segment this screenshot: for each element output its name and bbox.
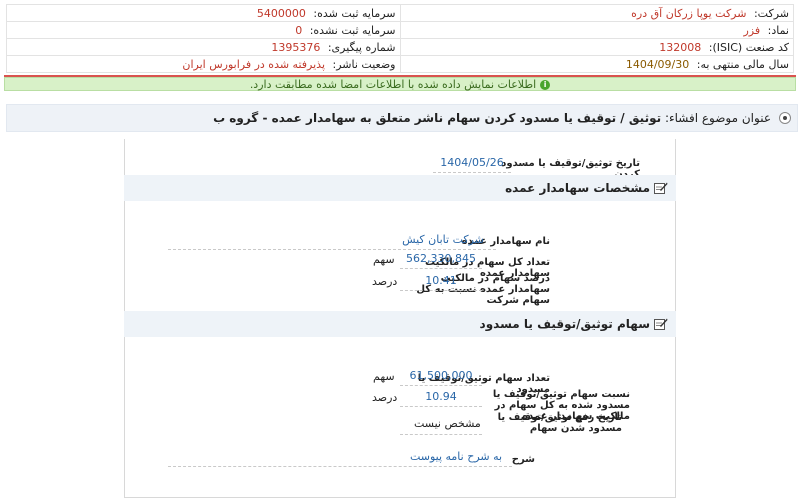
pledged-count-value: 61,500,000 (409, 369, 473, 382)
section-major-holder-header: مشخصات سهامدار عمده (124, 175, 676, 201)
company-cell: شرکت: شرکت یوپا زرکان آق دره (399, 4, 794, 22)
registered-capital-label: سرمایه ثبت شده: (313, 6, 396, 20)
radio-icon[interactable] (779, 112, 791, 124)
pledged-count-underline (400, 385, 482, 386)
disclosure-subject-value: توثیق / توقیف یا مسدود کردن سهام ناشر مت… (213, 111, 662, 125)
registered-capital-value: 5400000 (256, 6, 306, 20)
pledged-ratio-value: 10.94 (425, 390, 457, 403)
registered-capital-cell: سرمایه ثبت شده: 5400000 (6, 4, 401, 22)
section-pledged-shares-title: سهام توثیق/توقیف یا مسدود (479, 317, 650, 331)
info-icon: i (540, 80, 551, 90)
holder-name-underline (168, 249, 496, 250)
pledge-date-value: 1404/05/26 (440, 156, 504, 169)
unregistered-capital-cell: سرمایه ثبت نشده: 0 (6, 21, 401, 39)
publisher-status-cell: وضعیت ناشر: پذیرفته شده در فرابورس ایران (6, 55, 401, 73)
holder-name-value: شرکت تابان کیش (402, 233, 484, 246)
disclosure-subject-label: عنوان موضوع افشاء: (664, 111, 771, 125)
release-date-label: تاریخ رفع توثیق/توقیف یا مسدود شدن سهام (497, 412, 622, 434)
verification-notice-text: اطلاعات نمایش داده شده با اطلاعات امضا ش… (249, 78, 537, 91)
description-value[interactable]: به شرح نامه پیوست (400, 450, 512, 463)
tracking-label: شماره پیگیری: (327, 40, 396, 54)
fiscal-year-cell: سال مالی منتهی به: 1404/09/30 (399, 55, 794, 73)
pledged-count-unit: سهم (373, 370, 395, 383)
isic-value: 132008 (659, 40, 702, 54)
publisher-status-value: پذیرفته شده در فرابورس ایران (182, 57, 326, 71)
release-date-value: مشخص نیست (414, 417, 481, 430)
unregistered-capital-value: 0 (295, 23, 303, 37)
disclosure-subject-bar: عنوان موضوع افشاء: توثیق / توقیف یا مسدو… (6, 104, 798, 132)
tracking-value: 1395376 (271, 40, 321, 54)
edit-icon (654, 318, 668, 330)
symbol-label: نماد: (767, 23, 789, 37)
fiscal-year-label: سال مالی منتهی به: (696, 57, 789, 71)
release-date-underline (400, 434, 482, 435)
company-info-table: شرکت: شرکت یوپا زرکان آق دره سرمایه ثبت … (6, 4, 794, 73)
publisher-status-label: وضعیت ناشر: (332, 57, 396, 71)
edit-icon (654, 182, 668, 194)
pledged-ratio-underline (400, 406, 482, 407)
verification-notice: iاطلاعات نمایش داده شده با اطلاعات امضا … (4, 77, 796, 91)
holder-percent-underline (400, 290, 482, 291)
section-pledged-shares-header: سهام توثیق/توقیف یا مسدود (124, 311, 676, 337)
fiscal-year-value: 1404/09/30 (625, 57, 690, 71)
section-major-holder-title: مشخصات سهامدار عمده (505, 181, 650, 195)
isic-label: کد صنعت (ISIC): (708, 40, 789, 54)
holder-percent-value: 10.41 (425, 274, 457, 287)
pledged-ratio-unit: درصد (372, 391, 398, 404)
disclosure-subject: عنوان موضوع افشاء: توثیق / توقیف یا مسدو… (213, 111, 771, 125)
description-underline (168, 466, 512, 467)
symbol-cell: نماد: فزر (399, 21, 794, 39)
holder-percent-unit: درصد (372, 275, 398, 288)
total-shares-value: 562,330,845 (406, 252, 476, 265)
unregistered-capital-label: سرمایه ثبت نشده: (309, 23, 396, 37)
total-shares-unit: سهم (373, 253, 395, 266)
tracking-cell: شماره پیگیری: 1395376 (6, 38, 401, 56)
pledge-date-underline (433, 172, 511, 173)
isic-cell: کد صنعت (ISIC): 132008 (399, 38, 794, 56)
total-shares-underline (400, 268, 482, 269)
company-label: شرکت: (753, 6, 789, 20)
symbol-value[interactable]: فزر (743, 24, 760, 37)
company-value[interactable]: شرکت یوپا زرکان آق دره (631, 7, 746, 20)
